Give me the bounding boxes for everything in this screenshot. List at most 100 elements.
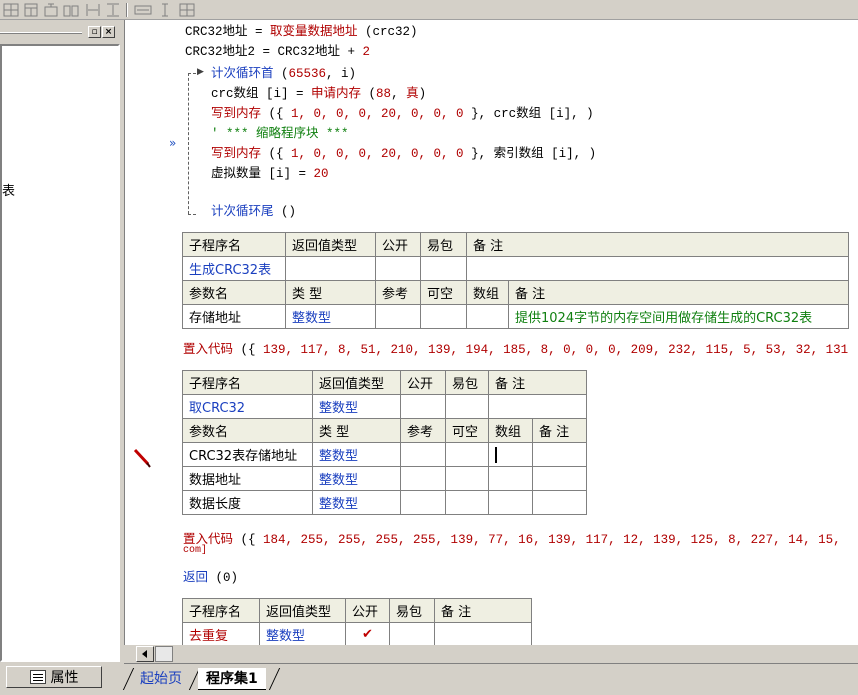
header-cell: 备 注 — [508, 280, 849, 305]
table-cell[interactable] — [488, 466, 533, 491]
header-cell: 易包 — [445, 370, 489, 395]
code-line[interactable]: 计次循环尾 () — [211, 202, 296, 222]
table-cell[interactable] — [445, 394, 489, 419]
param-type-cell[interactable]: 整数型 — [285, 304, 376, 329]
table-cell[interactable] — [445, 490, 489, 515]
code-line[interactable]: 置入代码 ({ 184, 255, 255, 255, 255, 139, 77… — [183, 530, 841, 550]
public-checkmark-icon[interactable]: ✔ — [345, 622, 390, 645]
table-cell[interactable] — [445, 466, 489, 491]
subroutine-name-cell[interactable]: 生成CRC32表 — [182, 256, 286, 281]
code-line[interactable]: crc数组 [i] = 申请内存 (88, 真) — [211, 84, 426, 104]
fit-width-icon[interactable] — [134, 1, 152, 18]
header-cell: 易包 — [389, 598, 435, 623]
header-cell: 类 型 — [285, 280, 376, 305]
table-cell[interactable] — [466, 256, 849, 281]
table-cell[interactable] — [488, 442, 533, 467]
table-cell[interactable] — [434, 622, 532, 645]
table-cell[interactable] — [400, 490, 446, 515]
param-type-cell[interactable]: 整数型 — [312, 466, 401, 491]
tab-program-set-1[interactable]: 程序集1 — [198, 668, 266, 690]
table-cell[interactable] — [532, 466, 587, 491]
split-icon[interactable] — [62, 1, 80, 18]
table-cell[interactable] — [400, 394, 446, 419]
panel-title-bar: ▫ × — [0, 26, 118, 40]
fit-height-icon[interactable] — [156, 1, 174, 18]
subroutine-table: 子程序名 返回值类型 公开 易包 备 注 取CRC32 整数型 参数名 类 型 … — [182, 370, 587, 515]
table-icon[interactable] — [22, 1, 40, 18]
header-cell: 备 注 — [488, 370, 587, 395]
property-tab[interactable]: 属性 — [6, 666, 102, 688]
toolbar — [0, 0, 858, 20]
header-cell: 返回值类型 — [285, 232, 376, 257]
property-icon — [29, 670, 46, 684]
param-remark-cell[interactable]: 提供1024字节的内存空间用做存储生成的CRC32表 — [508, 304, 849, 329]
table-cell[interactable] — [400, 466, 446, 491]
tree-item-fragment[interactable]: 表 — [2, 180, 15, 199]
subroutine-table: 子程序名 返回值类型 公开 易包 备 注 去重复 整数型 ✔ — [182, 598, 532, 645]
table-cell[interactable] — [375, 256, 421, 281]
header-cell: 子程序名 — [182, 370, 313, 395]
param-name-cell[interactable]: CRC32表存储地址 — [182, 442, 313, 467]
table-cell[interactable] — [532, 490, 587, 515]
current-line-marker: » — [169, 136, 177, 150]
grid-all-icon[interactable] — [178, 1, 196, 18]
table-cell[interactable] — [488, 490, 533, 515]
table-cell[interactable] — [375, 304, 421, 329]
table-cell[interactable] — [285, 256, 376, 281]
code-editor[interactable]: » CRC32地址 = 取变量数据地址 (crc32) CRC32地址2 = C… — [124, 20, 858, 645]
table-cell[interactable] — [445, 442, 489, 467]
param-name-cell[interactable]: 存储地址 — [182, 304, 286, 329]
header-cell: 备 注 — [532, 418, 587, 443]
scroll-left-button[interactable] — [136, 646, 154, 662]
code-line[interactable]: 计次循环首 (65536, i) — [211, 64, 356, 84]
table-cell[interactable] — [466, 304, 509, 329]
toolbar-separator — [126, 3, 128, 17]
header-cell: 可空 — [445, 418, 489, 443]
loop-guide — [188, 73, 189, 214]
header-cell: 数组 — [466, 280, 509, 305]
code-line[interactable]: CRC32地址2 = CRC32地址 + 2 — [185, 42, 370, 62]
code-line[interactable]: 虚拟数量 [i] = 20 — [211, 164, 329, 184]
row-height-icon[interactable] — [104, 1, 122, 18]
merge-icon[interactable] — [42, 1, 60, 18]
return-type-cell[interactable]: 整数型 — [259, 622, 346, 645]
table-cell[interactable] — [420, 256, 467, 281]
col-width-icon[interactable] — [84, 1, 102, 18]
tab-start-page[interactable]: 起始页 — [132, 668, 190, 690]
table-cell[interactable] — [488, 394, 587, 419]
loop-connector — [188, 214, 196, 215]
code-comment[interactable]: ' *** 缩略程序块 *** — [211, 124, 349, 144]
header-cell: 参考 — [400, 418, 446, 443]
horizontal-scrollbar[interactable] — [124, 645, 858, 663]
param-name-cell[interactable]: 数据地址 — [182, 466, 313, 491]
property-tab-label: 属性 — [50, 670, 79, 686]
code-line[interactable]: 置入代码 ({ 139, 117, 8, 51, 210, 139, 194, … — [183, 340, 848, 360]
param-type-cell[interactable]: 整数型 — [312, 490, 401, 515]
header-cell: 返回值类型 — [259, 598, 346, 623]
grid-icon[interactable] — [2, 1, 20, 18]
code-line[interactable]: 写到内存 ({ 1, 0, 0, 0, 20, 0, 0, 0 }, 索引数组 … — [211, 144, 596, 164]
return-type-cell[interactable]: 整数型 — [312, 394, 401, 419]
code-line[interactable]: CRC32地址 = 取变量数据地址 (crc32) — [185, 22, 418, 42]
scroll-track[interactable] — [155, 646, 173, 662]
header-cell: 参数名 — [182, 280, 286, 305]
panel-restore-button[interactable]: ▫ — [88, 26, 101, 38]
project-tree[interactable]: 表 — [0, 44, 120, 662]
header-cell: 参考 — [375, 280, 421, 305]
header-cell: 备 注 — [434, 598, 532, 623]
param-name-cell[interactable]: 数据长度 — [182, 490, 313, 515]
panel-close-button[interactable]: × — [102, 26, 115, 38]
code-line[interactable]: 返回 (0) — [183, 568, 238, 588]
loop-connector — [188, 73, 196, 74]
code-line-wrap[interactable]: com] — [183, 544, 207, 558]
subroutine-name-cell[interactable]: 取CRC32 — [182, 394, 313, 419]
code-line[interactable]: 写到内存 ({ 1, 0, 0, 0, 20, 0, 0, 0 }, crc数组… — [211, 104, 594, 124]
table-cell[interactable] — [420, 304, 467, 329]
table-cell[interactable] — [389, 622, 435, 645]
table-cell[interactable] — [532, 442, 587, 467]
table-cell[interactable] — [400, 442, 446, 467]
subroutine-name-cell[interactable]: 去重复 — [182, 622, 260, 645]
param-type-cell[interactable]: 整数型 — [312, 442, 401, 467]
text-cursor — [495, 446, 497, 463]
header-cell: 公开 — [375, 232, 421, 257]
